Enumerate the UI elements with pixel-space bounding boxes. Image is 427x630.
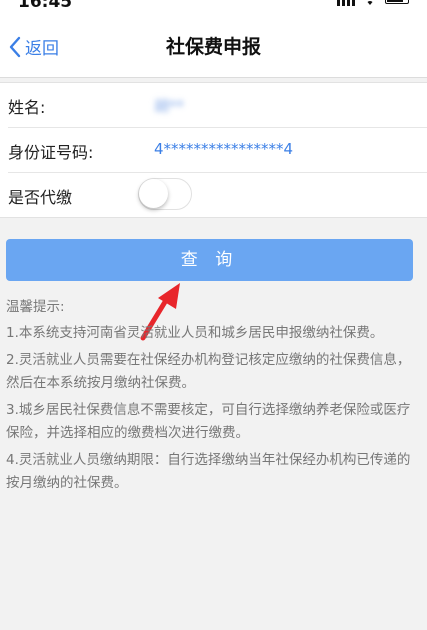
declaration-form: 姓名: 胡** 身份证号码: 4****************4 是否代缴 bbox=[0, 82, 427, 218]
id-number-value: 4****************4 bbox=[154, 140, 294, 158]
proxy-payment-row: 是否代缴 bbox=[8, 173, 427, 217]
id-number-label: 身份证号码: bbox=[8, 143, 94, 162]
tip-item: 3.城乡居民社保费信息不需要核定，可自行选择缴纳养老保险或医疗保险，并选择相应的… bbox=[6, 402, 411, 441]
proxy-payment-toggle[interactable] bbox=[138, 178, 192, 210]
name-value: 胡** bbox=[154, 97, 185, 115]
query-button[interactable]: 查 询 bbox=[6, 239, 413, 281]
tip-item: 2.灵活就业人员需要在社保经办机构登记核定应缴纳的社保费信息，然后在本系统按月缴… bbox=[6, 352, 411, 391]
proxy-payment-label: 是否代缴 bbox=[8, 188, 73, 207]
tip-item: 4.灵活就业人员缴纳期限：自行选择缴纳当年社保经办机构已传递的按月缴纳的社保费。 bbox=[6, 452, 411, 491]
nav-bar: 返回 社保费申报 bbox=[0, 10, 427, 78]
name-label: 姓名: bbox=[8, 98, 46, 117]
tips-section: 温馨提示: 1.本系统支持河南省灵活就业人员和城乡居民申报缴纳社保费。 2.灵活… bbox=[6, 296, 420, 499]
wifi-icon bbox=[367, 0, 373, 5]
id-number-row: 身份证号码: 4****************4 bbox=[8, 128, 427, 173]
status-icons bbox=[337, 0, 409, 8]
status-bar: 16:45 bbox=[0, 0, 427, 11]
name-row: 姓名: 胡** bbox=[8, 83, 427, 128]
signal-icon bbox=[337, 0, 355, 6]
page-title: 社保费申报 bbox=[165, 36, 261, 58]
tip-item: 1.本系统支持河南省灵活就业人员和城乡居民申报缴纳社保费。 bbox=[6, 325, 384, 341]
tips-title: 温馨提示: bbox=[6, 299, 65, 315]
toggle-knob bbox=[139, 179, 168, 208]
battery-icon bbox=[385, 0, 409, 4]
